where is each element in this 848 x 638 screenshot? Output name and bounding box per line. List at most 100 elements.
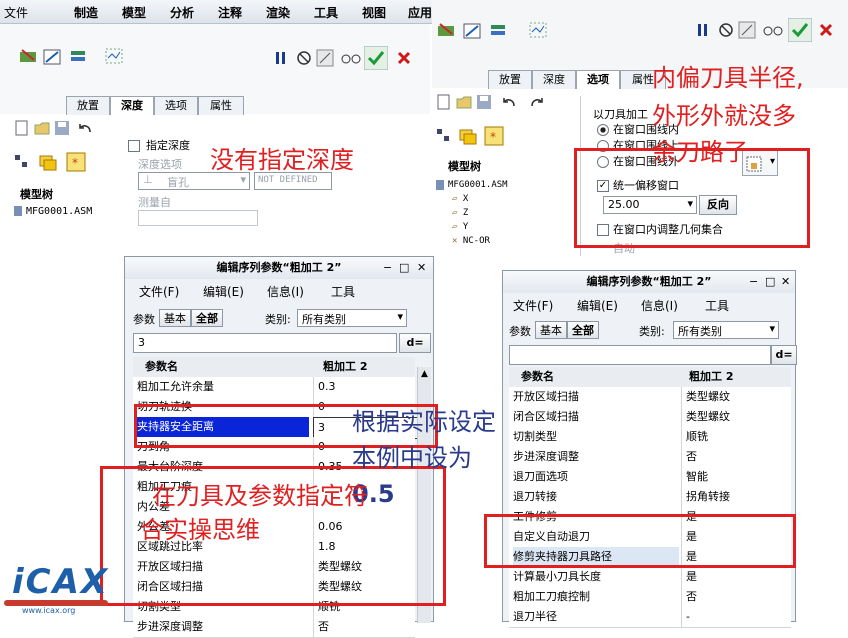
- undo-icon[interactable]: [76, 120, 94, 136]
- verify-icon-right[interactable]: [738, 21, 756, 39]
- confirm-check-icon-right[interactable]: [788, 18, 812, 42]
- right-tree-item[interactable]: ✕ NC-OR: [436, 234, 556, 248]
- menu-manufacture[interactable]: 制造: [74, 4, 98, 21]
- all-button[interactable]: 全部: [567, 321, 599, 339]
- cancel-x-icon[interactable]: [396, 50, 412, 66]
- tree-icon[interactable]: [14, 154, 30, 170]
- save-icon[interactable]: [54, 120, 70, 136]
- d-equals-button[interactable]: d=: [399, 333, 431, 353]
- menu-file[interactable]: 文件: [4, 4, 28, 21]
- param-value-cell[interactable]: 0.3: [313, 377, 420, 397]
- pause-icon-right[interactable]: [696, 22, 710, 38]
- path-preview-icon[interactable]: [104, 46, 126, 66]
- table-row[interactable]: 退刀面选项 智能: [509, 467, 791, 488]
- radio-inside-window[interactable]: [597, 124, 609, 136]
- menu-file-dlg[interactable]: 文件(F): [139, 283, 179, 300]
- measure-from-field[interactable]: [138, 210, 258, 226]
- scroll-up-icon[interactable]: ▲: [421, 369, 428, 379]
- undo-icon-right[interactable]: [500, 94, 518, 110]
- param-value-cell[interactable]: 否: [681, 447, 796, 467]
- minimize-icon[interactable]: −: [383, 261, 392, 274]
- menu-view[interactable]: 视图: [362, 4, 386, 21]
- confirm-check-icon[interactable]: [364, 46, 388, 70]
- layers-icon[interactable]: [68, 46, 90, 66]
- maximize-icon[interactable]: □: [399, 261, 409, 274]
- param-value-cell[interactable]: 类型螺纹: [681, 407, 796, 427]
- glasses-icon-right[interactable]: [762, 23, 784, 37]
- right-tree-item[interactable]: MFG0001.ASM: [436, 178, 556, 192]
- redo-icon-right[interactable]: [528, 94, 546, 110]
- param-value-cell[interactable]: 类型螺纹: [681, 387, 796, 407]
- minimize-icon[interactable]: −: [749, 275, 758, 288]
- stop-icon-right[interactable]: [718, 22, 734, 38]
- new-icon[interactable]: [14, 120, 30, 136]
- param-value-cell[interactable]: 否: [313, 617, 420, 637]
- category-select[interactable]: 所有类别 ▾: [297, 309, 407, 327]
- mill-surface-icon-right[interactable]: [436, 20, 458, 40]
- right-tree-item[interactable]: ▱ Z: [436, 206, 556, 220]
- menu-info-dlg[interactable]: 信息(I): [267, 283, 304, 300]
- tab-options[interactable]: 选项: [154, 96, 198, 115]
- tree-icon-right[interactable]: [436, 128, 452, 144]
- param-value-input[interactable]: 3: [133, 333, 397, 353]
- depth-option-select[interactable]: ⊥ 盲孔 ▾: [138, 172, 250, 190]
- tab-placement[interactable]: 放置: [66, 96, 110, 115]
- basic-button[interactable]: 基本: [535, 321, 567, 339]
- layers-tree-icon-right[interactable]: [458, 126, 478, 146]
- maximize-icon[interactable]: □: [765, 275, 775, 288]
- close-icon[interactable]: ✕: [781, 275, 790, 288]
- menu-edit-dlg[interactable]: 编辑(E): [577, 297, 618, 314]
- table-row[interactable]: 粗加工刀痕控制否: [509, 587, 791, 608]
- right-tree-item[interactable]: ▱ Y: [436, 220, 556, 234]
- param-value-cell[interactable]: 否: [681, 587, 796, 607]
- table-row[interactable]: 粗加工允许余量 0.3: [133, 377, 415, 398]
- param-value-cell[interactable]: -: [681, 607, 796, 627]
- right-tree-item[interactable]: ▱ X: [436, 192, 556, 206]
- layers-icon-right[interactable]: [488, 20, 510, 40]
- table-row[interactable]: 开放区域扫描 类型螺纹: [509, 387, 791, 408]
- stop-icon[interactable]: [296, 50, 312, 66]
- basic-button[interactable]: 基本: [159, 309, 191, 327]
- sketch-icon[interactable]: [42, 46, 64, 66]
- table-row[interactable]: 步进深度调整否: [133, 617, 415, 638]
- menu-analysis[interactable]: 分析: [170, 4, 194, 21]
- tab-properties[interactable]: 属性: [198, 96, 244, 115]
- table-row[interactable]: 退刀半径 -: [509, 607, 791, 628]
- save-icon-right[interactable]: [476, 94, 492, 110]
- close-icon[interactable]: ✕: [417, 261, 426, 274]
- glasses-icon[interactable]: [340, 51, 362, 65]
- table-row[interactable]: 切割类型 顺铣: [509, 427, 791, 448]
- table-row[interactable]: 步进深度调整否: [509, 447, 791, 468]
- param-value-cell[interactable]: 拐角转接: [681, 487, 796, 507]
- table-row[interactable]: 闭合区域扫描 类型螺纹: [509, 407, 791, 428]
- path-preview-icon-right[interactable]: [528, 20, 550, 40]
- menu-edit-dlg[interactable]: 编辑(E): [203, 283, 244, 300]
- open-icon-right[interactable]: [456, 94, 472, 110]
- open-icon[interactable]: [34, 120, 50, 136]
- param-value-cell[interactable]: 智能: [681, 467, 796, 487]
- table-row[interactable]: 计算最小刀具长度是: [509, 567, 791, 588]
- menu-info-dlg[interactable]: 信息(I): [641, 297, 678, 314]
- menu-tools-dlg[interactable]: 工具: [331, 283, 355, 300]
- menu-model[interactable]: 模型: [122, 4, 146, 21]
- new-icon-right[interactable]: [436, 94, 452, 110]
- tab-depth-right[interactable]: 深度: [532, 70, 576, 89]
- menu-file-dlg[interactable]: 文件(F): [513, 297, 553, 314]
- param-value-cell[interactable]: 顺铣: [681, 427, 796, 447]
- menu-annotate[interactable]: 注释: [218, 4, 242, 21]
- favorites-icon-right[interactable]: *: [484, 126, 504, 146]
- all-button[interactable]: 全部: [191, 309, 223, 327]
- d-equals-button[interactable]: d=: [771, 345, 797, 365]
- left-tree-item[interactable]: MFG0001.ASM: [14, 206, 92, 217]
- menu-tools-dlg[interactable]: 工具: [705, 297, 729, 314]
- verify-icon[interactable]: [316, 49, 334, 67]
- menu-render[interactable]: 渲染: [266, 4, 290, 21]
- depth-value-field[interactable]: NOT DEFINED: [254, 172, 332, 190]
- menu-applications[interactable]: 应用: [408, 4, 432, 21]
- tab-depth[interactable]: 深度: [110, 96, 154, 115]
- sketch-icon-right[interactable]: [462, 20, 484, 40]
- param-value-cell[interactable]: 是: [681, 567, 796, 587]
- tab-options-right[interactable]: 选项: [576, 70, 620, 89]
- favorites-icon[interactable]: *: [66, 152, 86, 172]
- pause-icon[interactable]: [274, 50, 288, 66]
